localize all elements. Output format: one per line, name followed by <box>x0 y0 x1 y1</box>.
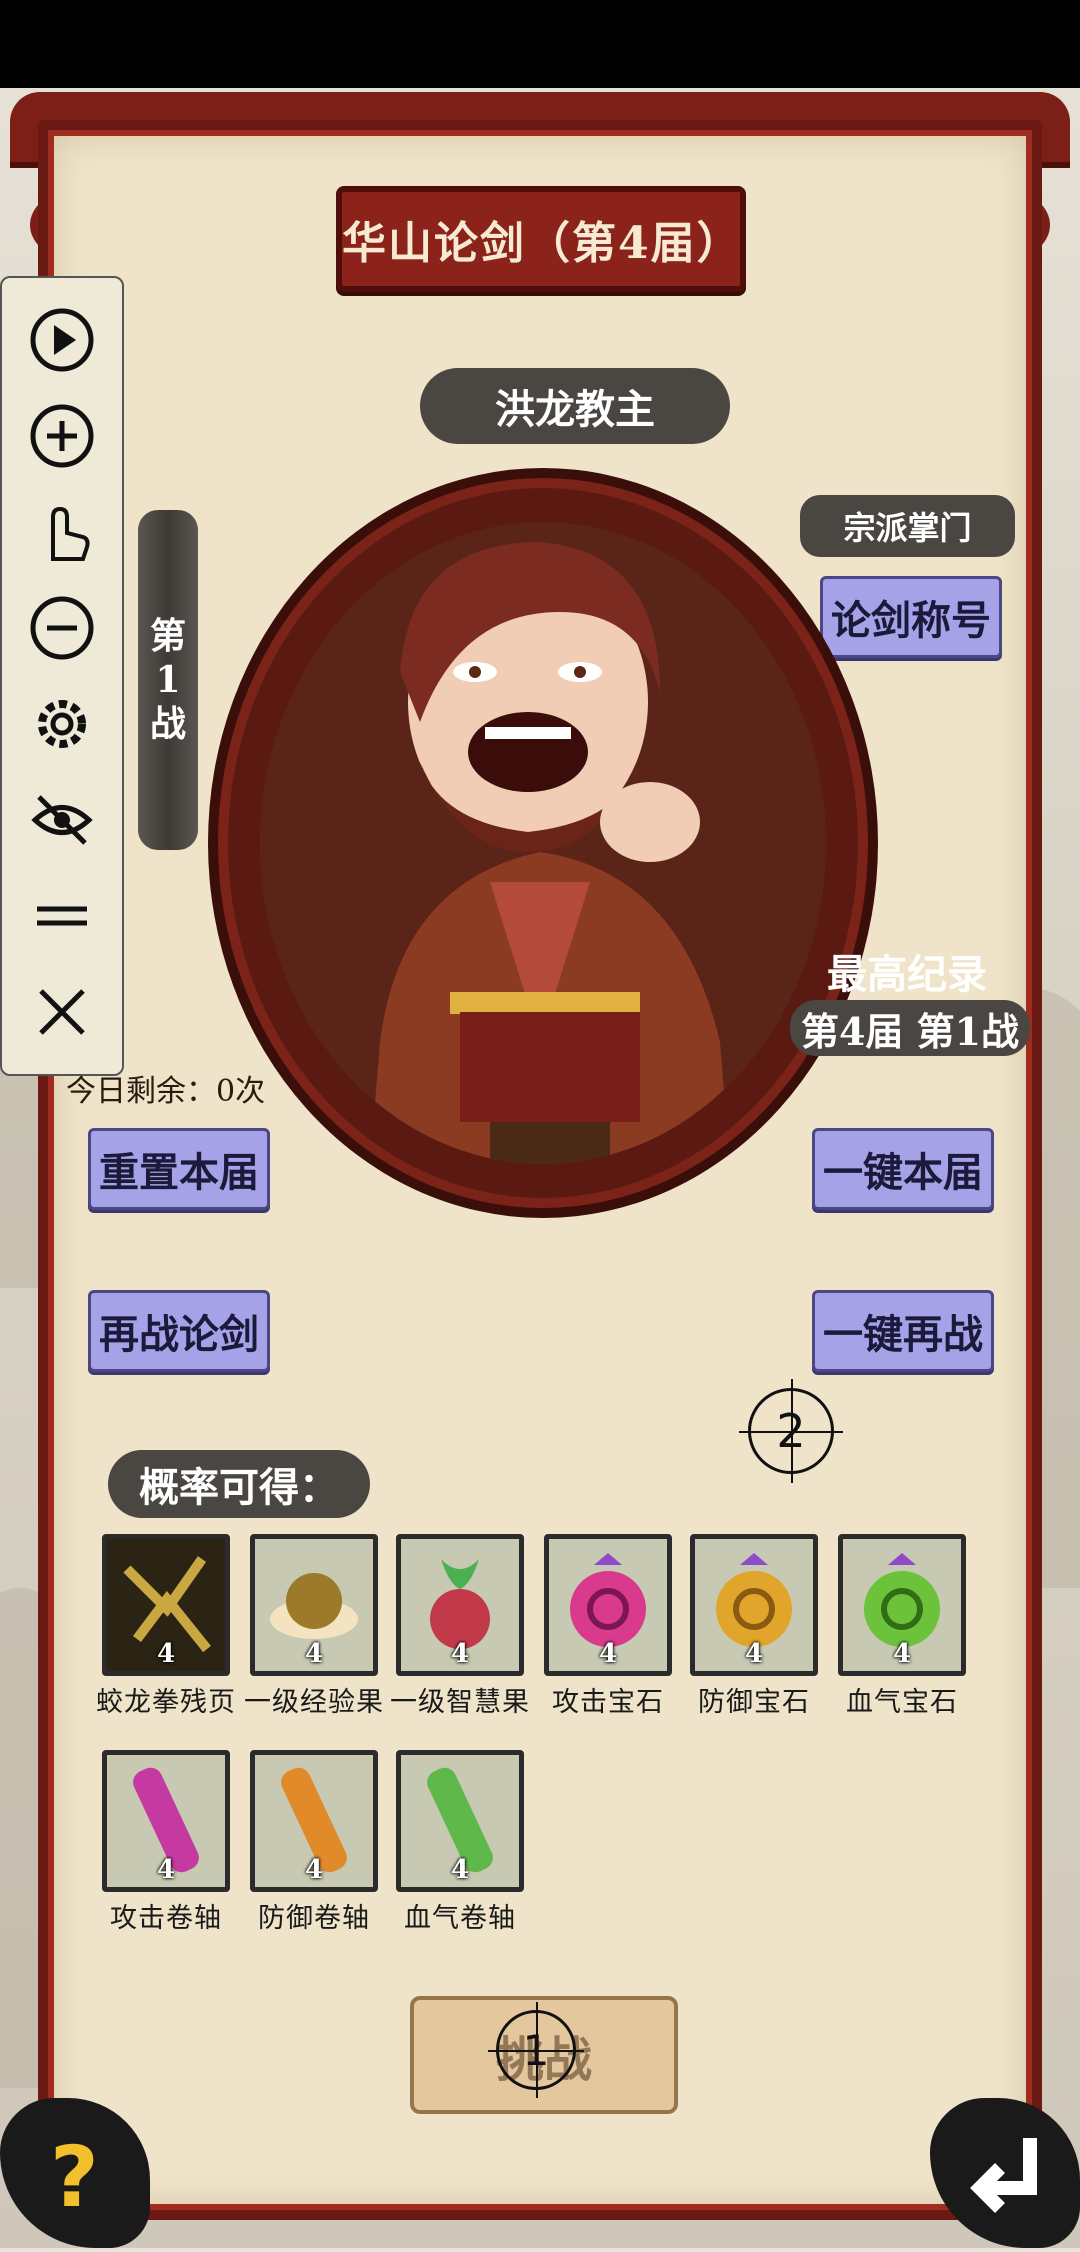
reward-item-7[interactable]: 4 <box>102 1750 230 1892</box>
title-plaque: 华山论剑（第4届） <box>336 186 746 292</box>
reward-count: 4 <box>156 1855 176 1885</box>
play-icon[interactable] <box>26 304 98 376</box>
probability-banner: 概率可得： <box>108 1450 370 1518</box>
tap-marker-2: 2 <box>739 1379 843 1483</box>
reward-name: 防御宝石 <box>698 1687 810 1718</box>
reward-count: 4 <box>304 1855 324 1885</box>
reward-name: 血气宝石 <box>846 1687 958 1718</box>
reward-name: 一级经验果 <box>244 1687 384 1718</box>
reward-item-6[interactable]: 4 <box>838 1534 966 1676</box>
one-key-rematch-label: 一键再战 <box>823 1311 983 1358</box>
reward-name: 攻击宝石 <box>552 1687 664 1718</box>
floating-toolbar <box>0 276 124 1076</box>
reward-count: 4 <box>598 1639 618 1669</box>
zoom-in-icon[interactable] <box>26 400 98 472</box>
boss-name: 洪龙教主 <box>495 386 655 433</box>
battle-char-2: 1 <box>155 659 181 701</box>
reward-count: 4 <box>450 1855 470 1885</box>
reward-name: 一级智慧果 <box>390 1687 530 1718</box>
gear-icon[interactable] <box>26 688 98 760</box>
help-icon: ? <box>50 2128 99 2226</box>
touch-icon[interactable] <box>26 496 98 568</box>
reward-name: 血气卷轴 <box>404 1903 516 1934</box>
record-value-banner: 第4届 第1战 <box>790 1000 1030 1056</box>
rematch-button[interactable]: 再战论剑 <box>88 1290 270 1372</box>
one-key-current-button[interactable]: 一键本届 <box>812 1128 994 1210</box>
reset-button[interactable]: 重置本届 <box>88 1128 270 1210</box>
reward-count: 4 <box>744 1639 764 1669</box>
tap-marker-2-label: 2 <box>776 1404 806 1458</box>
battle-number-banner: 第 1 战 <box>138 510 198 850</box>
battle-char-1: 第 <box>149 615 186 657</box>
reset-label: 重置本届 <box>99 1149 259 1196</box>
boss-name-banner: 洪龙教主 <box>420 368 730 444</box>
rematch-label: 再战论剑 <box>99 1311 259 1358</box>
record-value: 第4届 第1战 <box>800 1008 1020 1054</box>
reward-count: 4 <box>304 1639 324 1669</box>
boss-portrait[interactable] <box>260 522 826 1164</box>
boss-character-illustration <box>260 522 826 1164</box>
reward-item-3[interactable]: 4 <box>396 1534 524 1676</box>
back-button[interactable] <box>930 2098 1080 2248</box>
reward-count: 4 <box>892 1639 912 1669</box>
probability-label: 概率可得： <box>139 1464 339 1511</box>
reward-item-8[interactable]: 4 <box>250 1750 378 1892</box>
battle-char-3: 战 <box>149 703 186 745</box>
status-bar <box>0 0 1080 88</box>
one-key-current-label: 一键本届 <box>823 1149 983 1196</box>
back-arrow-icon <box>970 2138 1037 2213</box>
tap-marker-1-label: 1 <box>522 2025 550 2075</box>
eye-off-icon[interactable] <box>26 784 98 856</box>
reward-count: 4 <box>156 1639 176 1669</box>
tap-marker-1: 1 <box>487 2001 585 2099</box>
reward-name: 攻击卷轴 <box>110 1903 222 1934</box>
title-list-button[interactable]: 论剑称号 <box>820 576 1002 658</box>
one-key-rematch-button[interactable]: 一键再战 <box>812 1290 994 1372</box>
reward-name: 蛟龙拳残页 <box>96 1687 236 1718</box>
close-icon[interactable] <box>26 976 98 1048</box>
reward-item-2[interactable]: 4 <box>250 1534 378 1676</box>
sect-title-banner: 宗派掌门 <box>800 495 1015 557</box>
reward-item-5[interactable]: 4 <box>690 1534 818 1676</box>
page-title: 华山论剑（第4届） <box>342 218 743 269</box>
title-list-label: 论剑称号 <box>831 597 991 644</box>
menu-icon[interactable] <box>26 880 98 952</box>
zoom-out-icon[interactable] <box>26 592 98 664</box>
reward-name: 防御卷轴 <box>258 1903 370 1934</box>
reward-item-9[interactable]: 4 <box>396 1750 524 1892</box>
reward-item-4[interactable]: 4 <box>544 1534 672 1676</box>
record-label: 最高纪录 <box>827 951 987 998</box>
reward-count: 4 <box>450 1639 470 1669</box>
sect-title: 宗派掌门 <box>843 509 972 547</box>
reward-item-1[interactable]: 4 <box>102 1534 230 1676</box>
